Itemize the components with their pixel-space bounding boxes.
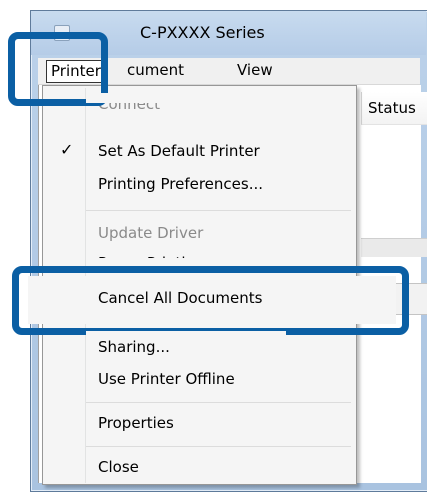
menu-item-sharing[interactable]: Sharing... [98, 338, 170, 356]
menu-item-close[interactable]: Close [98, 458, 139, 476]
menu-item-properties[interactable]: Properties [98, 414, 174, 432]
occlusion [86, 258, 286, 266]
menu-item-set-default-printer[interactable]: Set As Default Printer [98, 142, 260, 160]
menu-view[interactable]: View [233, 60, 277, 81]
highlight-box-cancel-all-documents [12, 266, 409, 335]
column-header-status[interactable]: Status [361, 92, 427, 125]
window-title: C-PXXXX Series [140, 23, 265, 42]
occlusion [86, 93, 166, 103]
menu-item-use-printer-offline[interactable]: Use Printer Offline [98, 370, 235, 388]
horizontal-scrollbar[interactable] [361, 238, 427, 257]
menu-item-update-driver: Update Driver [98, 224, 204, 242]
checkmark-icon: ✓ [60, 140, 74, 159]
menu-separator [86, 446, 351, 447]
menu-item-printing-preferences[interactable]: Printing Preferences... [98, 175, 263, 193]
occlusion [86, 331, 286, 339]
menu-document[interactable]: cument [123, 60, 188, 81]
menu-separator [86, 210, 351, 211]
menu-separator [86, 402, 351, 403]
